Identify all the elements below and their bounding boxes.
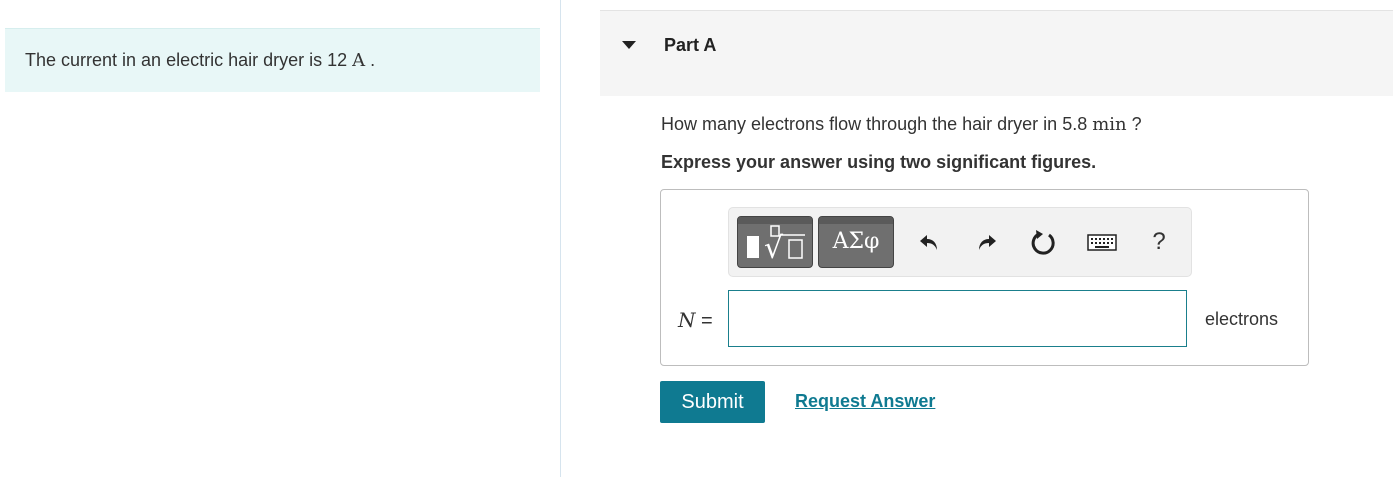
answer-box: √ ΑΣφ ? N = electrons <box>660 189 1309 366</box>
help-label: ? <box>1152 228 1166 255</box>
symbols-label: ΑΣφ <box>832 229 880 254</box>
part-header[interactable]: Part A <box>600 10 1393 96</box>
problem-intro-panel: The current in an electric hair dryer is… <box>5 28 540 92</box>
reset-icon[interactable] <box>1029 224 1059 260</box>
math-toolbar: √ ΑΣφ ? <box>728 207 1192 277</box>
symbols-button-bar <box>819 217 893 224</box>
question-unit: min <box>1092 114 1127 135</box>
intro-value: 12 <box>327 50 348 70</box>
redo-icon[interactable] <box>972 224 1002 260</box>
answer-units: electrons <box>1205 309 1279 329</box>
part-title: Part A <box>664 35 717 55</box>
answer-variable: N <box>678 308 696 332</box>
undo-icon[interactable] <box>914 224 944 260</box>
templates-icon: √ <box>747 225 805 266</box>
symbols-button[interactable]: ΑΣφ <box>818 216 894 268</box>
question-text: How many electrons flow through the hair… <box>661 114 1142 135</box>
instruction-text: Express your answer using two significan… <box>661 152 1097 172</box>
problem-intro-text: The current in an electric hair dryer is… <box>25 50 375 71</box>
intro-unit: A <box>352 50 366 71</box>
templates-button[interactable]: √ <box>737 216 813 268</box>
intro-text-prefix: The current in an electric hair dryer is <box>25 50 328 70</box>
question-suffix: ? <box>1126 114 1142 134</box>
answer-equals: = <box>695 310 713 332</box>
answer-variable-label: N = <box>678 308 713 333</box>
submit-button[interactable]: Submit <box>660 381 765 423</box>
help-icon[interactable]: ? <box>1144 224 1174 260</box>
intro-suffix: . <box>365 50 376 70</box>
page: The current in an electric hair dryer is… <box>0 0 1393 477</box>
collapse-caret-icon[interactable] <box>622 41 636 49</box>
keyboard-icon[interactable] <box>1087 224 1117 260</box>
answer-input[interactable] <box>728 290 1187 347</box>
question-prefix: How many electrons flow through the hair… <box>661 114 1063 134</box>
column-divider <box>560 0 561 477</box>
request-answer-link[interactable]: Request Answer <box>795 391 935 412</box>
question-value: 5.8 <box>1062 114 1088 134</box>
